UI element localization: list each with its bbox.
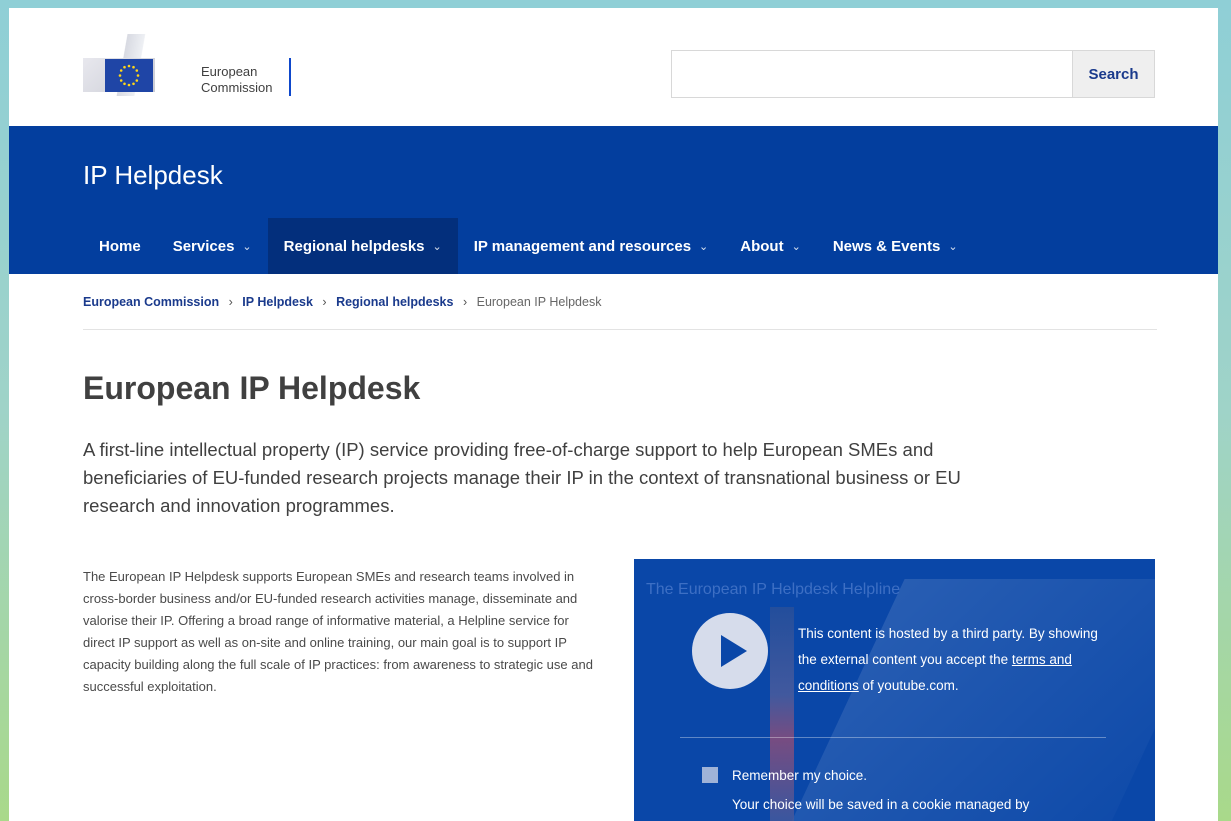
search-input[interactable] xyxy=(672,51,1072,97)
breadcrumb-link-european-commission[interactable]: European Commission xyxy=(83,295,219,309)
main-navigation: Home Services ⌄ Regional helpdesks ⌄ IP … xyxy=(83,218,974,274)
site-name[interactable]: IP Helpdesk xyxy=(83,160,223,191)
divider xyxy=(83,329,1157,330)
nav-services-label: Services xyxy=(172,237,235,255)
page-lead: A first-line intellectual property (IP) … xyxy=(83,439,961,516)
breadcrumb-separator-icon: › xyxy=(462,295,468,309)
remember-choice[interactable]: Remember my choice. xyxy=(702,767,867,783)
video-divider xyxy=(680,737,1106,738)
third-party-notice: This content is hosted by a third party.… xyxy=(798,621,1118,699)
chevron-down-icon: ⌄ xyxy=(242,240,252,253)
cookie-note: Your choice will be saved in a cookie ma… xyxy=(732,797,1030,812)
chevron-down-icon: ⌄ xyxy=(432,240,442,253)
breadcrumb-current: European IP Helpdesk xyxy=(476,295,602,309)
notice-text-end: of youtube.com. xyxy=(858,678,959,693)
european-commission-logo[interactable]: European Commission xyxy=(83,32,303,104)
remember-label: Remember my choice. xyxy=(732,767,868,783)
logo-text: European Commission xyxy=(201,64,273,96)
video-embed: The European IP Helpdesk Helpline This c… xyxy=(634,559,1155,821)
nav-services[interactable]: Services ⌄ xyxy=(157,218,268,274)
lighthouse-thumbnail xyxy=(770,607,794,821)
play-button[interactable] xyxy=(692,613,768,689)
site-header: European Commission Search xyxy=(9,8,1218,126)
search-form: Search xyxy=(671,50,1155,98)
logo-graphic-base xyxy=(83,58,155,92)
site-banner: IP Helpdesk Home Services ⌄ Regional hel… xyxy=(9,126,1218,274)
nav-home[interactable]: Home xyxy=(83,218,157,274)
nav-news-events-label: News & Events xyxy=(832,237,941,255)
breadcrumb: European Commission › IP Helpdesk › Regi… xyxy=(83,295,601,309)
breadcrumb-link-ip-helpdesk[interactable]: IP Helpdesk xyxy=(242,295,313,309)
chevron-down-icon: ⌄ xyxy=(791,240,801,253)
breadcrumb-link-regional-helpdesks[interactable]: Regional helpdesks xyxy=(336,295,453,309)
eu-flag-icon xyxy=(105,59,153,92)
page-body-text: The European IP Helpdesk supports Europe… xyxy=(83,569,593,694)
breadcrumb-separator-icon: › xyxy=(322,295,327,309)
nav-regional-helpdesks-label: Regional helpdesks xyxy=(283,237,425,255)
chevron-down-icon: ⌄ xyxy=(699,240,709,253)
nav-home-label: Home xyxy=(99,237,141,255)
nav-about[interactable]: About ⌄ xyxy=(724,218,817,274)
chevron-down-icon: ⌄ xyxy=(948,240,958,253)
logo-line-1: European xyxy=(201,64,258,79)
nav-regional-helpdesks[interactable]: Regional helpdesks ⌄ xyxy=(267,218,458,274)
page: European Commission Search IP Helpdesk H… xyxy=(9,8,1218,821)
breadcrumb-separator-icon: › xyxy=(228,295,233,309)
nav-about-label: About xyxy=(740,237,784,255)
logo-divider xyxy=(289,58,291,96)
nav-news-events[interactable]: News & Events ⌄ xyxy=(817,218,974,274)
nav-ip-management-label: IP management and resources xyxy=(473,237,692,255)
nav-ip-management[interactable]: IP management and resources ⌄ xyxy=(458,218,725,274)
logo-line-2: Commission xyxy=(201,80,273,95)
eu-stars-icon xyxy=(118,64,140,87)
search-button[interactable]: Search xyxy=(1072,51,1154,97)
play-icon xyxy=(721,635,747,667)
video-title[interactable]: The European IP Helpdesk Helpline xyxy=(646,581,900,599)
remember-checkbox[interactable] xyxy=(702,767,718,783)
page-title: European IP Helpdesk xyxy=(83,370,421,406)
